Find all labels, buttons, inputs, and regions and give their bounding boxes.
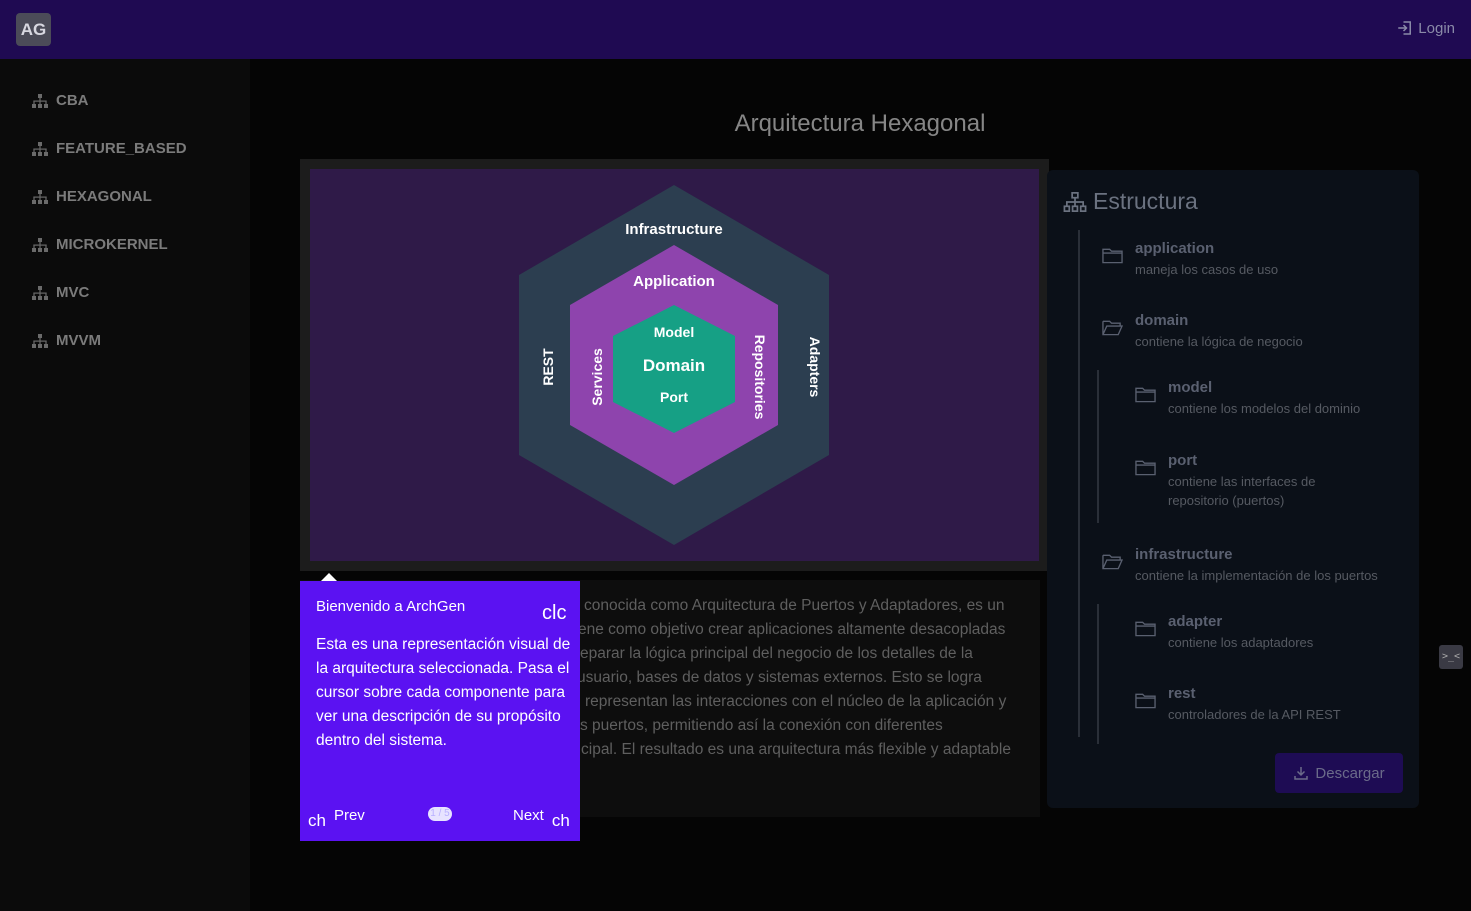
tour-progress: 1 / 5 bbox=[428, 807, 452, 821]
tree-node-model[interactable]: model contiene los modelos del dominio bbox=[1135, 379, 1360, 418]
page-title: Arquitectura Hexagonal bbox=[734, 110, 986, 137]
structure-title-label: Estructura bbox=[1093, 188, 1198, 214]
node-name: application bbox=[1135, 240, 1215, 257]
chevron-left-icon: ch bbox=[308, 811, 326, 830]
node-name: port bbox=[1168, 452, 1198, 469]
tree-line bbox=[1078, 230, 1080, 737]
node-name: model bbox=[1168, 379, 1213, 396]
tree-line bbox=[1097, 604, 1099, 744]
sidebar-item-label: MICROKERNEL bbox=[56, 236, 168, 253]
repositories-label: Repositories bbox=[752, 335, 768, 420]
domain-label: Domain bbox=[643, 356, 705, 375]
sitemap-icon bbox=[32, 285, 48, 300]
tree-node-infrastructure[interactable]: infrastructure contiene la implementación… bbox=[1102, 546, 1378, 585]
node-name: infrastructure bbox=[1135, 546, 1233, 563]
tree-line bbox=[1097, 370, 1099, 523]
infrastructure-label: Infrastructure bbox=[625, 221, 723, 238]
port-label: Port bbox=[660, 389, 688, 405]
diagram-frame: Infrastructure REST Adapters Application… bbox=[300, 159, 1049, 571]
tour-next-button[interactable]: Next ch bbox=[513, 805, 570, 830]
tour-close-icon[interactable]: clc bbox=[542, 603, 566, 623]
tour-popover: Bienvenido a ArchGen clc Esta es una rep… bbox=[300, 581, 580, 841]
folder-open-icon bbox=[1102, 320, 1123, 336]
folder-open-icon bbox=[1102, 554, 1123, 570]
terminal-icon[interactable]: >_< bbox=[1439, 645, 1463, 669]
tour-prev-label: Prev bbox=[333, 807, 365, 824]
node-desc: contiene la implementación de los puerto… bbox=[1135, 568, 1378, 583]
download-button[interactable]: Descargar bbox=[1275, 753, 1403, 793]
folder-icon bbox=[1135, 693, 1156, 709]
tree-node-domain[interactable]: domain contiene la lógica de negocio bbox=[1102, 312, 1303, 351]
sitemap-icon bbox=[32, 237, 48, 252]
sidebar-item-mvc[interactable]: MVC bbox=[32, 284, 89, 301]
sidebar-item-label: HEXAGONAL bbox=[56, 188, 152, 205]
sidebar-item-mvvm[interactable]: MVVM bbox=[32, 332, 101, 349]
sitemap-icon bbox=[32, 333, 48, 348]
tree-node-application[interactable]: application maneja los casos de uso bbox=[1102, 240, 1278, 279]
tour-title: Bienvenido a ArchGen bbox=[316, 598, 466, 615]
node-name: domain bbox=[1135, 312, 1189, 329]
top-bar: AG Login bbox=[0, 0, 1471, 59]
node-name: adapter bbox=[1168, 613, 1223, 630]
sitemap-icon bbox=[32, 93, 48, 108]
sidebar-item-cba[interactable]: CBA bbox=[32, 92, 89, 109]
node-desc: contiene las interfaces de repositorio (… bbox=[1168, 474, 1316, 508]
folder-icon bbox=[1135, 387, 1156, 403]
node-desc: contiene los modelos del dominio bbox=[1168, 401, 1361, 416]
login-label: Login bbox=[1418, 19, 1455, 37]
tour-arrow bbox=[321, 573, 337, 581]
sitemap-icon bbox=[32, 189, 48, 204]
tree-node-adapter[interactable]: adapter contiene los adaptadores bbox=[1135, 613, 1313, 652]
tour-body: Esta es una representación visual de la … bbox=[316, 636, 571, 749]
tree-node-port[interactable]: port contiene las interfaces de repositor… bbox=[1135, 452, 1375, 510]
sitemap-icon bbox=[1063, 191, 1087, 212]
chevron-right-icon: ch bbox=[551, 811, 570, 830]
model-label: Model bbox=[654, 324, 694, 340]
folder-icon bbox=[1135, 621, 1156, 637]
tour-next-label: Next bbox=[513, 807, 544, 824]
tour-prev-button[interactable]: ch Prev bbox=[308, 805, 365, 830]
sidebar-item-label: FEATURE_BASED bbox=[56, 140, 187, 157]
application-label: Application bbox=[633, 273, 715, 290]
folder-icon bbox=[1135, 460, 1156, 476]
app-logo[interactable]: AG bbox=[16, 13, 51, 46]
sitemap-icon bbox=[32, 141, 48, 156]
login-icon bbox=[1398, 21, 1412, 35]
sidebar-item-microkernel[interactable]: MICROKERNEL bbox=[32, 236, 168, 253]
node-desc: maneja los casos de uso bbox=[1135, 262, 1279, 277]
node-desc: contiene la lógica de negocio bbox=[1135, 334, 1303, 349]
node-desc: contiene los adaptadores bbox=[1168, 635, 1314, 650]
structure-title: Estructura bbox=[1063, 188, 1198, 215]
node-desc: controladores de la API REST bbox=[1168, 707, 1341, 722]
services-label: Services bbox=[589, 348, 605, 406]
download-label: Descargar bbox=[1315, 764, 1385, 782]
sidebar: CBA FEATURE_BASED HEXAGONAL MICROKERNEL … bbox=[0, 59, 250, 911]
adapters-label: Adapters bbox=[807, 337, 823, 398]
sidebar-item-feature-based[interactable]: FEATURE_BASED bbox=[32, 140, 187, 157]
sidebar-item-label: MVVM bbox=[56, 332, 101, 349]
sidebar-item-hexagonal[interactable]: HEXAGONAL bbox=[32, 188, 152, 205]
hexagon-diagram: Infrastructure REST Adapters Application… bbox=[310, 169, 1039, 561]
tree-node-rest[interactable]: rest controladores de la API REST bbox=[1135, 685, 1341, 724]
login-button[interactable]: Login bbox=[1396, 19, 1455, 37]
node-name: rest bbox=[1168, 685, 1196, 702]
sidebar-item-label: MVC bbox=[56, 284, 90, 301]
download-icon bbox=[1294, 767, 1309, 780]
folder-icon bbox=[1102, 248, 1123, 264]
structure-panel: Estructura application maneja los casos d… bbox=[1047, 170, 1419, 808]
sidebar-item-label: CBA bbox=[56, 92, 89, 109]
rest-label: REST bbox=[540, 348, 556, 386]
